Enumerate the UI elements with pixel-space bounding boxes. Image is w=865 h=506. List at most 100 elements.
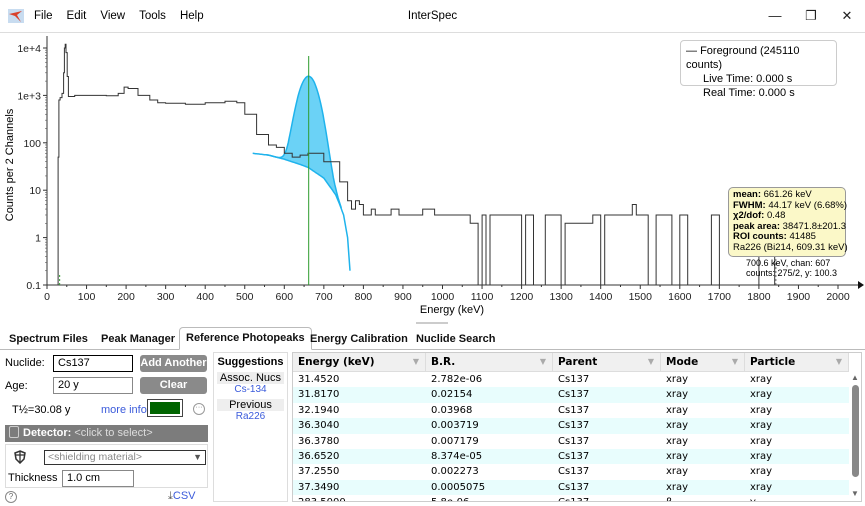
- cursor-readout: 700.6 keV, chan: 607 counts: 275/2, y: 1…: [746, 258, 837, 278]
- x-tick-label: 1800: [747, 291, 771, 303]
- col-parent[interactable]: Parent ▼: [553, 353, 661, 371]
- x-tick-label: 1500: [629, 291, 653, 303]
- col-energy-label: Energy (keV): [298, 356, 375, 368]
- table-cell: 2.782e-06: [431, 374, 483, 385]
- cursor-counts: counts: 275/2, y: 100.3: [746, 268, 838, 278]
- detector-icon: [9, 426, 19, 438]
- y-tick-label: 0.1: [26, 280, 41, 292]
- suggestion-cs134[interactable]: Cs-134: [214, 384, 287, 395]
- legend-entry: Foreground (245110 counts): [686, 45, 800, 71]
- tab-nuclide-search[interactable]: Nuclide Search: [410, 329, 501, 348]
- more-info-link[interactable]: more info: [101, 404, 147, 416]
- clear-button[interactable]: Clear: [140, 377, 207, 394]
- y-axis-label: Counts per 2 Channels: [4, 108, 16, 221]
- col-particle[interactable]: Particle ▼: [745, 353, 849, 371]
- shield-icon: [14, 450, 26, 464]
- tab-spectrum-files[interactable]: Spectrum Files: [3, 329, 94, 348]
- tab-energy-calibration[interactable]: Energy Calibration: [304, 329, 414, 348]
- sort-icon: ▼: [412, 357, 419, 366]
- thickness-label: Thickness: [8, 472, 58, 484]
- table-cell: Cs137: [558, 374, 590, 385]
- minimize-button[interactable]: —: [760, 4, 790, 28]
- table-row[interactable]: 31.8170 0.02154 Cs137 xray xray: [293, 387, 849, 403]
- table-cell: 0.007179: [431, 435, 479, 447]
- table-row[interactable]: 32.1940 0.03968 Cs137 xray xray: [293, 403, 849, 418]
- age-input[interactable]: 20 y: [53, 377, 133, 394]
- title-bar: File Edit View Tools Help InterSpec — ❐ …: [0, 0, 865, 33]
- nuclide-label: Nuclide:: [5, 357, 45, 369]
- table-row[interactable]: 36.3040 0.003719 Cs137 xray xray: [293, 418, 849, 434]
- table-cell: 0.003719: [431, 420, 479, 432]
- table-scrollbar[interactable]: ▲ ▼: [849, 371, 861, 501]
- x-tick-label: 1100: [471, 291, 494, 303]
- x-tick-label: 1000: [431, 291, 455, 303]
- table-cell: 37.2550: [298, 466, 340, 478]
- peak-chi2-label: χ2/dof:: [733, 210, 765, 222]
- suggestion-ra226[interactable]: Ra226: [214, 411, 287, 422]
- detector-select[interactable]: Detector: <click to select>: [5, 425, 208, 442]
- table-cell: xray: [750, 420, 773, 432]
- peak-fwhm-value: 44.17 keV (6.68%): [768, 199, 848, 211]
- peak-mean-label: mean:: [733, 189, 761, 200]
- table-row[interactable]: 37.2550 0.002273 Cs137 xray xray: [293, 464, 849, 479]
- cursor-energy: 700.6 keV, chan: 607: [746, 258, 831, 268]
- scroll-up-icon[interactable]: ▲: [851, 373, 859, 382]
- peak-fill-area: [264, 76, 342, 209]
- thickness-input[interactable]: 1.0 cm: [62, 470, 134, 487]
- detector-label: Detector:: [23, 427, 72, 439]
- col-mode[interactable]: Mode ▼: [661, 353, 745, 371]
- help-icon[interactable]: ?: [5, 491, 17, 503]
- tab-reference-photopeaks[interactable]: Reference Photopeaks: [179, 327, 312, 350]
- table-cell: xray: [666, 466, 689, 478]
- table-cell: xray: [750, 389, 773, 401]
- resize-handle[interactable]: [416, 322, 448, 324]
- line-color-picker[interactable]: [147, 399, 183, 417]
- table-cell: 0.02154: [431, 389, 473, 401]
- x-tick-label: 400: [196, 291, 214, 303]
- x-tick-label: 700: [315, 291, 333, 303]
- restore-button[interactable]: ❐: [796, 4, 826, 28]
- add-another-button[interactable]: Add Another: [140, 355, 207, 372]
- table-cell: Cs137: [558, 481, 590, 493]
- col-br[interactable]: B.R. ▼: [426, 353, 553, 371]
- table-row[interactable]: 37.3490 0.0005075 Cs137 xray xray: [293, 479, 849, 496]
- table-cell: 0.0005075: [431, 481, 486, 493]
- table-row[interactable]: 31.4520 2.782e-06 Cs137 xray xray: [293, 372, 849, 387]
- menu-file[interactable]: File: [34, 10, 53, 22]
- x-axis-arrow-icon: [858, 281, 864, 289]
- table-row[interactable]: 36.3780 0.007179 Cs137 xray xray: [293, 434, 849, 449]
- x-tick-label: 100: [78, 291, 96, 303]
- sort-icon: ▼: [731, 357, 738, 366]
- table-cell: xray: [666, 481, 689, 493]
- real-time: Real Time: 0.000 s: [703, 87, 795, 99]
- table-cell: 8.374e-05: [431, 451, 483, 462]
- shielding-material-select[interactable]: <shielding material> ▼: [44, 450, 206, 465]
- menu-help[interactable]: Help: [180, 10, 204, 22]
- menu-edit[interactable]: Edit: [67, 10, 87, 22]
- scrollbar-thumb[interactable]: [852, 385, 859, 477]
- menu-tools[interactable]: Tools: [139, 10, 166, 22]
- shielding-panel: <shielding material> ▼ Thickness 1.0 cm: [5, 444, 208, 488]
- table-row[interactable]: 36.6520 8.374e-05 Cs137 xray xray: [293, 449, 849, 465]
- table-cell: xray: [750, 451, 773, 462]
- tab-peak-manager[interactable]: Peak Manager: [95, 329, 181, 348]
- scroll-down-icon[interactable]: ▼: [851, 489, 859, 498]
- sort-icon: ▼: [647, 357, 654, 366]
- table-cell: xray: [666, 435, 689, 447]
- table-cell: 5.8e-06: [426, 495, 469, 501]
- more-options-icon[interactable]: ···: [193, 403, 205, 415]
- col-parent-label: Parent: [558, 356, 598, 368]
- table-row[interactable]: 283.5000 5.8e-06 Cs137 β-γ: [293, 495, 849, 501]
- col-energy[interactable]: Energy (keV) ▼: [293, 353, 426, 371]
- shielding-placeholder: <shielding material>: [48, 451, 142, 463]
- chart-legend: — Foreground (245110 counts) Live Time: …: [680, 40, 837, 99]
- sort-icon: ▼: [835, 357, 842, 366]
- x-tick-label: 200: [117, 291, 135, 303]
- suggestions-panel: Suggestions Assoc. Nucs Cs-134 Previous …: [213, 352, 288, 502]
- close-button[interactable]: ✕: [832, 4, 862, 28]
- menu-view[interactable]: View: [100, 10, 125, 22]
- csv-export-button[interactable]: ⤓CSV: [168, 490, 196, 503]
- y-tick-label: 1: [35, 233, 41, 245]
- nuclide-input[interactable]: Cs137: [53, 355, 133, 372]
- csv-label: CSV: [172, 490, 196, 502]
